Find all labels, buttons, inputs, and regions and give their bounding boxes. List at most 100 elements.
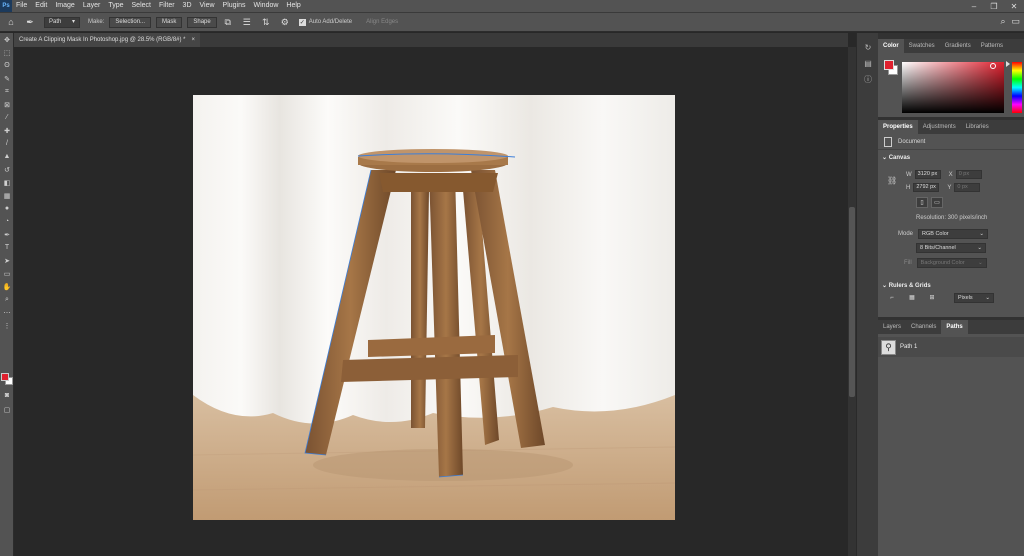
tab-properties[interactable]: Properties <box>878 120 918 134</box>
history-brush-tool-icon[interactable]: ↺ <box>0 163 14 176</box>
path-operations-icon[interactable]: ⧉ <box>220 14 236 30</box>
make-shape-button[interactable]: Shape <box>187 16 217 28</box>
menu-plugins[interactable]: Plugins <box>219 0 250 12</box>
path-arrangement-icon[interactable]: ⇅ <box>258 14 274 30</box>
make-mask-button[interactable]: Mask <box>156 16 183 28</box>
foreground-color-chip[interactable] <box>884 60 894 70</box>
guides-icon[interactable]: ⊞ <box>926 292 938 303</box>
rulers-grids-heading[interactable]: ⌄ Rulers & Grids <box>878 280 931 292</box>
eraser-tool-icon[interactable]: ◧ <box>0 176 14 189</box>
tab-layers[interactable]: Layers <box>878 320 906 334</box>
minimize-button[interactable]: – <box>964 0 984 12</box>
healing-brush-tool-icon[interactable]: ✚ <box>0 124 14 137</box>
menu-edit[interactable]: Edit <box>31 0 51 12</box>
tab-channels[interactable]: Channels <box>906 320 941 334</box>
quick-selection-tool-icon[interactable]: ✎ <box>0 72 14 85</box>
blur-tool-icon[interactable]: ● <box>0 202 14 215</box>
tab-patterns[interactable]: Patterns <box>976 39 1008 53</box>
fill-select[interactable]: Background Color ⌄ <box>916 258 987 268</box>
vertical-scrollbar[interactable] <box>848 47 856 556</box>
path-selection-tool-icon[interactable]: ➤ <box>0 254 14 267</box>
tab-libraries[interactable]: Libraries <box>961 120 994 134</box>
history-icon[interactable]: ↻ <box>857 39 879 55</box>
move-tool-icon[interactable]: ✥ <box>0 33 14 46</box>
edit-toolbar-icon[interactable]: ⋮ <box>0 319 14 332</box>
zoom-tool-icon[interactable]: ⌕ <box>0 293 14 306</box>
hue-slider[interactable] <box>1012 62 1022 113</box>
eyedropper-tool-icon[interactable]: ⁄ <box>0 111 14 124</box>
pen-tool-icon[interactable]: ✒ <box>0 228 14 241</box>
orientation-buttons: ▯ ▭ <box>916 197 943 208</box>
photoshop-logo: Ps <box>0 0 12 12</box>
landscape-orientation-icon[interactable]: ▭ <box>931 197 943 208</box>
path-alignment-icon[interactable]: ☰ <box>239 14 255 30</box>
restore-button[interactable]: ❐ <box>984 0 1004 12</box>
y-field[interactable]: 0 px <box>954 183 981 192</box>
menu-window[interactable]: Window <box>250 0 283 12</box>
gradient-tool-icon[interactable]: ▦ <box>0 189 14 202</box>
quick-mask-icon[interactable]: ◙ <box>0 389 14 402</box>
hand-tool-icon[interactable]: ✋ <box>0 280 14 293</box>
menu-filter[interactable]: Filter <box>155 0 179 12</box>
rectangle-tool-icon[interactable]: ▭ <box>0 267 14 280</box>
menu-select[interactable]: Select <box>128 0 155 12</box>
brush-tool-icon[interactable]: / <box>0 137 14 150</box>
screen-mode-icon[interactable]: ▢ <box>0 403 14 416</box>
canvas-section-heading[interactable]: ⌄ Canvas <box>878 152 1024 164</box>
type-tool-icon[interactable]: T <box>0 241 14 254</box>
height-field[interactable]: 2792 px <box>913 183 940 192</box>
menu-image[interactable]: Image <box>51 0 78 12</box>
properties-panel: Properties Adjustments Libraries Documen… <box>878 120 1024 317</box>
tab-gradients[interactable]: Gradients <box>940 39 976 53</box>
x-field[interactable]: 0 px <box>955 170 982 179</box>
close-window-button[interactable]: ✕ <box>1004 0 1024 12</box>
make-selection-button[interactable]: Selection... <box>109 16 152 28</box>
hue-slider-arrow-icon[interactable] <box>1006 61 1010 67</box>
menu-help[interactable]: Help <box>282 0 304 12</box>
workspace-icon[interactable]: ▭ <box>1011 16 1020 27</box>
tab-color[interactable]: Color <box>878 39 904 53</box>
search-icon[interactable]: ⌕ <box>1000 16 1005 27</box>
pen-tool-preset-icon[interactable]: ✒ <box>22 14 38 30</box>
path-list-item[interactable]: ⚲ Path 1 <box>878 337 1024 357</box>
pen-mode-select[interactable]: Path ▾ <box>44 16 80 28</box>
marquee-tool-icon[interactable]: ⬚ <box>0 46 14 59</box>
color-picker-cursor[interactable] <box>990 63 996 69</box>
menu-3d[interactable]: 3D <box>179 0 196 12</box>
lasso-tool-icon[interactable]: ʘ <box>0 59 14 72</box>
tab-adjustments[interactable]: Adjustments <box>918 120 961 134</box>
menu-view[interactable]: View <box>196 0 219 12</box>
properties-icon[interactable]: ▤ <box>857 55 879 71</box>
close-tab-icon[interactable]: × <box>192 37 196 43</box>
resolution-text: Resolution: 300 pixels/inch <box>916 215 988 221</box>
menu-file[interactable]: File <box>12 0 31 12</box>
ruler-icon[interactable]: ⌐ <box>886 292 898 303</box>
bit-depth-select[interactable]: 8 Bits/Channel ⌄ <box>916 243 986 253</box>
crop-tool-icon[interactable]: ⌗ <box>0 85 14 98</box>
document-canvas[interactable] <box>193 95 675 520</box>
clone-stamp-tool-icon[interactable]: ▲ <box>0 150 14 163</box>
more-tools-icon[interactable]: ⋯ <box>0 306 14 319</box>
rulers-grids-controls: ⌐ ▦ ⊞ Pixels ⌄ <box>886 292 994 303</box>
scrollbar-thumb[interactable] <box>849 207 855 397</box>
grid-icon[interactable]: ▦ <box>906 292 918 303</box>
units-select[interactable]: Pixels ⌄ <box>954 292 994 303</box>
width-field[interactable]: 3120 px <box>914 170 941 179</box>
color-mode-select[interactable]: RGB Color ⌄ <box>918 229 989 239</box>
gear-icon[interactable]: ⚙ <box>277 14 293 30</box>
tab-paths[interactable]: Paths <box>941 320 968 334</box>
link-icon[interactable]: ⛓ <box>887 176 897 185</box>
home-icon[interactable]: ⌂ <box>3 14 19 30</box>
tab-swatches[interactable]: Swatches <box>904 39 940 53</box>
auto-add-delete-checkbox[interactable]: ✓ <box>298 18 306 26</box>
frame-tool-icon[interactable]: ⊠ <box>0 98 14 111</box>
info-icon[interactable]: ⓘ <box>857 71 879 87</box>
foreground-color-swatch[interactable] <box>1 373 9 381</box>
menu-layer[interactable]: Layer <box>79 0 105 12</box>
paths-panel-tabs: Layers Channels Paths <box>878 320 1024 334</box>
portrait-orientation-icon[interactable]: ▯ <box>916 197 928 208</box>
menu-type[interactable]: Type <box>104 0 127 12</box>
document-tab[interactable]: Create A Clipping Mask In Photoshop.jpg … <box>14 33 201 47</box>
dodge-tool-icon[interactable]: ◔ <box>0 215 14 228</box>
color-picker-field[interactable] <box>902 62 1004 113</box>
